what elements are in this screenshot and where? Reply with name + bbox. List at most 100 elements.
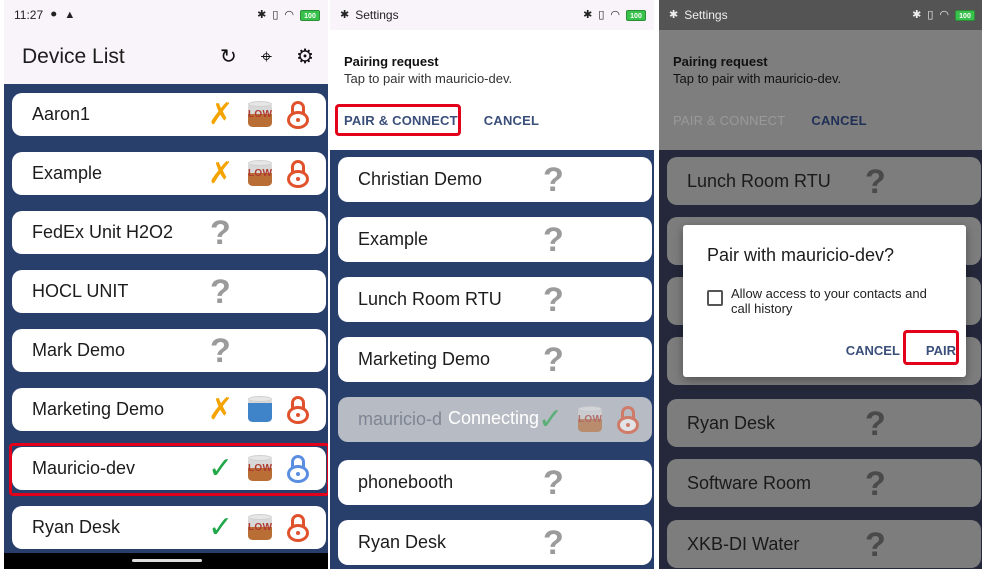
unlock-icon [287,159,310,189]
battery-icon: 100 [955,9,975,21]
vibrate-icon: ▯ [598,8,605,21]
device-card[interactable]: Ryan Desk ? [338,520,652,565]
device-card[interactable]: Marketing Demo ? [338,337,652,382]
device-name: Lunch Room RTU [687,170,831,191]
highlight-box [903,330,959,365]
notification-icon: ⚫ [49,8,59,21]
pairing-notification[interactable]: Pairing request Tap to pair with maurici… [659,30,982,150]
connecting-overlay-text: Connecting [448,408,540,428]
pair-connect-button[interactable]: PAIR & CONNECT [673,113,785,128]
bluetooth-icon: ✱ [583,8,593,21]
wifi-icon: ◠ [284,8,294,21]
status-bar: ✱ Settings ✱ ▯ ◠ 100 [659,0,982,30]
device-card-connecting[interactable]: mauricio-d Connecting ✓ LOW [338,397,652,442]
unlock-icon [617,405,640,435]
device-name: Ryan Desk [358,532,447,552]
cancel-button[interactable]: CANCEL [484,113,539,128]
device-name: Example [358,229,429,249]
bluetooth-icon: ✱ [340,8,350,21]
unknown-status-icon: ? [543,340,564,379]
device-card[interactable]: phonebooth ? [338,460,652,505]
error-x-icon: ✗ [208,392,234,426]
unknown-status-icon: ? [210,331,231,370]
unknown-status-icon: ? [543,280,564,319]
home-handle[interactable] [132,559,202,562]
cancel-button[interactable]: CANCEL [811,113,866,128]
check-icon: ✓ [208,510,234,544]
refresh-icon[interactable]: ↻ [220,47,237,67]
device-card: Ryan Desk ? [667,399,981,447]
bluetooth-icon: ✱ [257,8,267,21]
battery-low-icon: LOW [245,513,275,542]
device-card[interactable]: Aaron1 ✗ LOW [12,93,326,136]
error-x-icon: ✗ [208,97,234,131]
highlight-box [335,104,461,136]
wifi-icon: ◠ [939,8,949,21]
unknown-status-icon: ? [865,163,886,201]
status-bar: ✱ Settings ✱ ▯ ◠ 100 [330,0,654,30]
unknown-status-icon: ? [865,465,886,503]
device-card[interactable]: HOCL UNIT ? [12,270,326,313]
battery-low-icon: LOW [575,405,605,434]
wifi-icon: ◠ [610,8,620,21]
device-card[interactable]: Mark Demo ? [12,329,326,372]
unknown-status-icon: ? [543,220,564,259]
device-name: phonebooth [358,472,454,492]
unknown-status-icon: ? [210,272,231,311]
device-name: mauricio-d [358,409,443,429]
warning-icon: ▲ [64,8,76,21]
device-card[interactable]: Marketing Demo ✗ [12,388,326,431]
gear-icon[interactable]: ⚙ [296,47,314,67]
unlock-icon [287,100,310,130]
device-name: Christian Demo [358,169,483,189]
device-card[interactable]: Example ? [338,217,652,262]
device-name: XKB-DI Water [687,533,800,554]
device-card[interactable]: FedEx Unit H2O2 ? [12,211,326,254]
device-card: Software Room ? [667,459,981,507]
unknown-status-icon: ? [543,463,564,502]
unknown-status-icon: ? [865,526,886,564]
dialog-title: Pair with mauricio-dev? [707,245,895,265]
contacts-access-checkbox[interactable] [707,290,723,306]
checkbox-label: Allow access to your contacts and call h… [731,286,927,316]
error-x-icon: ✗ [208,156,234,190]
device-name: Lunch Room RTU [358,289,502,309]
navigation-bar [4,553,328,569]
crosshair-icon[interactable]: ⌖ [261,47,272,67]
device-card[interactable]: Lunch Room RTU ? [338,277,652,322]
pairing-notification-screen: ✱ Settings ✱ ▯ ◠ 100 Pairing request Tap… [330,0,654,569]
device-list-screen: 11:27 ⚫ ▲ ✱ ▯ ◠ 100 Device List ↻ ⌖ ⚙ Aa… [4,0,328,569]
unknown-status-icon: ? [865,405,886,443]
battery-icon: 100 [626,9,646,21]
device-name: Aaron1 [32,104,91,124]
unknown-status-icon: ? [543,160,564,199]
device-name: Marketing Demo [32,399,165,419]
battery-low-icon: LOW [245,100,275,129]
vibrate-icon: ▯ [272,8,279,21]
pair-dialog-screen: ✱ Settings ✱ ▯ ◠ 100 Pairing request Tap… [659,0,982,569]
status-app-name: Settings [355,8,399,22]
unlock-icon [287,513,310,543]
bluetooth-icon: ✱ [669,8,679,21]
vibrate-icon: ▯ [927,8,934,21]
battery-full-icon [245,395,275,424]
device-name: FedEx Unit H2O2 [32,222,174,242]
notification-text: Tap to pair with mauricio-dev. [673,71,842,86]
device-name: Software Room [687,472,812,493]
notification-text: Tap to pair with mauricio-dev. [344,71,513,86]
battery-low-icon: LOW [245,159,275,188]
app-bar: Device List ↻ ⌖ ⚙ [4,30,328,84]
page-title: Device List [22,45,125,68]
device-name: Ryan Desk [32,517,121,537]
highlight-box [9,443,328,496]
dialog-cancel-button[interactable]: CANCEL [846,343,900,358]
device-name: Marketing Demo [358,349,491,369]
device-card[interactable]: Ryan Desk ✓ LOW [12,506,326,549]
device-card[interactable]: Christian Demo ? [338,157,652,202]
bluetooth-icon: ✱ [912,8,922,21]
unlock-icon [287,395,310,425]
unknown-status-icon: ? [543,523,564,562]
device-card[interactable]: Example ✗ LOW [12,152,326,195]
device-name: Ryan Desk [687,412,776,433]
device-card: XKB-DI Water ? [667,520,981,568]
